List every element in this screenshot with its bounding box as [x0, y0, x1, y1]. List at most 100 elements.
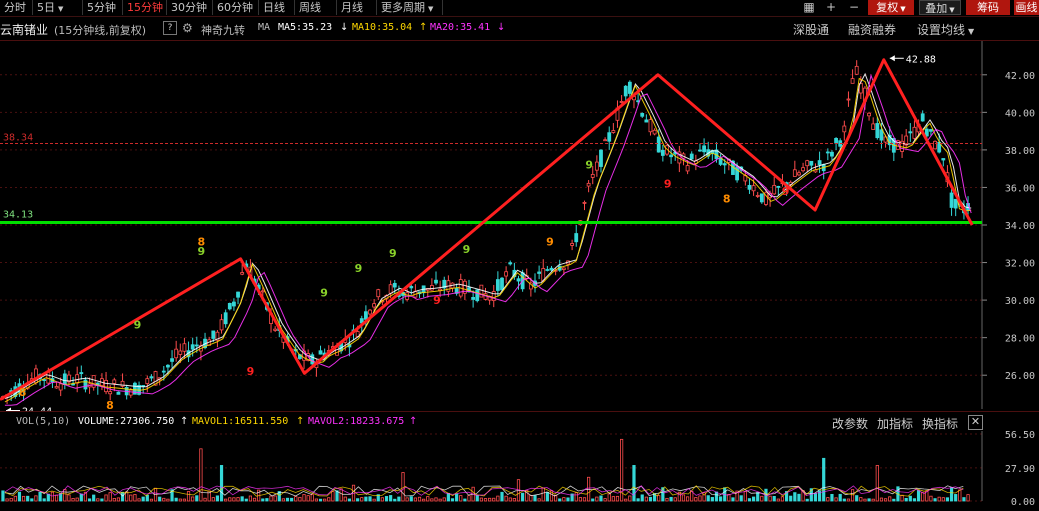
chouma-button[interactable]: 筹码: [966, 0, 1010, 15]
volume-bar: [958, 489, 962, 502]
volume-bar: [323, 498, 327, 502]
set-ma-dropdown[interactable]: 设置均线 ▼: [917, 21, 974, 38]
volume-bar: [846, 498, 851, 502]
candle-body: [429, 285, 434, 291]
plus-icon[interactable]: +: [822, 0, 840, 15]
volume-bar: [162, 497, 166, 502]
volume-bar: [191, 496, 195, 502]
candle-body: [273, 328, 278, 331]
period-tab[interactable]: 15分钟: [123, 0, 167, 15]
help-button[interactable]: ?: [163, 21, 177, 35]
arrow-down-icon: ↓: [340, 22, 349, 33]
link-shengutong[interactable]: 深股通: [793, 21, 829, 38]
volume-bar: [219, 465, 224, 502]
volume-bar: [867, 498, 871, 502]
candle-body: [817, 160, 822, 166]
volume-bar: [875, 465, 879, 502]
volume-bar: [417, 496, 422, 502]
volume-bar: [211, 497, 215, 502]
candle-body: [194, 344, 199, 347]
grid-icon[interactable]: ▦: [800, 0, 818, 15]
volume-bar: [384, 496, 389, 502]
y-tick-label: 32.00: [1005, 259, 1035, 270]
volume-bar: [248, 495, 253, 502]
edit-params-button[interactable]: 改参数: [832, 415, 868, 432]
volume-bar: [261, 498, 265, 502]
period-tab[interactable]: 5日 ▼: [33, 0, 83, 15]
candle-body: [776, 185, 781, 188]
volume-bar: [314, 498, 319, 502]
period-tab-label: 30分钟: [171, 1, 207, 14]
switch-indicator-button[interactable]: 换指标: [922, 415, 958, 432]
volume-bar: [624, 498, 628, 502]
volume-bar: [137, 498, 141, 502]
volume-bar: [962, 497, 966, 502]
candle-body: [42, 379, 47, 381]
volume-bar: [500, 491, 504, 502]
volume-bar: [504, 495, 508, 502]
volume-bar: [42, 498, 46, 502]
nine-turn-mark: 9: [463, 243, 471, 256]
candle-body: [648, 119, 653, 133]
candle-body: [227, 302, 232, 310]
volume-bar: [496, 495, 500, 502]
volume-bar: [834, 497, 838, 502]
period-tab[interactable]: 周线: [295, 0, 337, 15]
y-tick-label: 26.00: [1005, 371, 1035, 382]
volume-bar: [492, 497, 496, 502]
volume-bar: [838, 493, 842, 502]
candle-body: [376, 289, 381, 298]
candle-body: [500, 277, 504, 291]
chevron-down-icon: ▼: [900, 5, 906, 13]
volume-bar: [306, 495, 310, 502]
period-tab[interactable]: 月线: [337, 0, 377, 15]
period-tab[interactable]: 60分钟: [213, 0, 259, 15]
volume-bar: [54, 494, 59, 502]
candle-body: [236, 291, 240, 298]
volume-bar: [772, 496, 776, 502]
volume-bar: [954, 494, 958, 502]
minus-icon[interactable]: −: [845, 0, 863, 15]
add-indicator-button[interactable]: 加指标: [877, 415, 913, 432]
period-tab[interactable]: 更多周期 ▼: [377, 0, 443, 15]
y-tick-label: 28.00: [1005, 334, 1035, 345]
nine-turn-mark: 8: [106, 399, 114, 411]
candle-body: [128, 389, 133, 396]
candle-body: [809, 160, 814, 166]
close-icon[interactable]: ✕: [968, 415, 983, 430]
candle-body: [372, 303, 377, 308]
diejia-dropdown[interactable]: 叠加 ▼: [919, 0, 961, 15]
chart-info-bar: 云南锗业 (15分钟线,前复权) ? ⚙ 神奇九转 MA MA5:35.23 ↓…: [0, 18, 1039, 41]
volume-bar: [698, 495, 702, 502]
volume-bar: [879, 497, 884, 502]
set-ma-label: 设置均线: [917, 23, 966, 37]
candle-body: [834, 138, 838, 144]
candle-body: [640, 113, 645, 117]
nine-turn-mark: 9: [664, 177, 672, 190]
volume-info-bar: VOL(5,10) VOLUME:27306.750 ↑ MAVOL1:1651…: [0, 411, 1039, 432]
volume-indicator-name: VOL(5,10): [16, 416, 71, 427]
period-tab-label: 月线: [341, 1, 363, 14]
volume-bar: [356, 498, 360, 502]
candle-body: [549, 267, 554, 271]
candle-body: [504, 271, 509, 277]
link-rongzirongquan[interactable]: 融资融券: [848, 21, 896, 38]
volume-bar: [426, 496, 430, 502]
volume-bar: [120, 491, 125, 502]
volume-bar: [888, 496, 892, 502]
candle-body: [611, 130, 616, 133]
candle-body: [363, 311, 368, 320]
fuquan-dropdown[interactable]: 复权 ▼: [868, 0, 914, 15]
volume-bar: [595, 496, 599, 502]
period-tab[interactable]: 30分钟: [167, 0, 213, 15]
indicator-name[interactable]: 神奇九转: [201, 22, 245, 38]
volume-bar: [591, 498, 595, 502]
period-tab[interactable]: 日线: [259, 0, 295, 15]
huatu-button[interactable]: 画线: [1014, 0, 1039, 15]
candle-body: [801, 167, 805, 172]
gear-icon[interactable]: ⚙: [182, 21, 193, 35]
period-tab-label: 更多周期: [381, 1, 425, 14]
period-tab[interactable]: 5分钟: [83, 0, 123, 15]
candle-body: [260, 290, 265, 293]
period-tab[interactable]: 分时: [0, 0, 33, 15]
